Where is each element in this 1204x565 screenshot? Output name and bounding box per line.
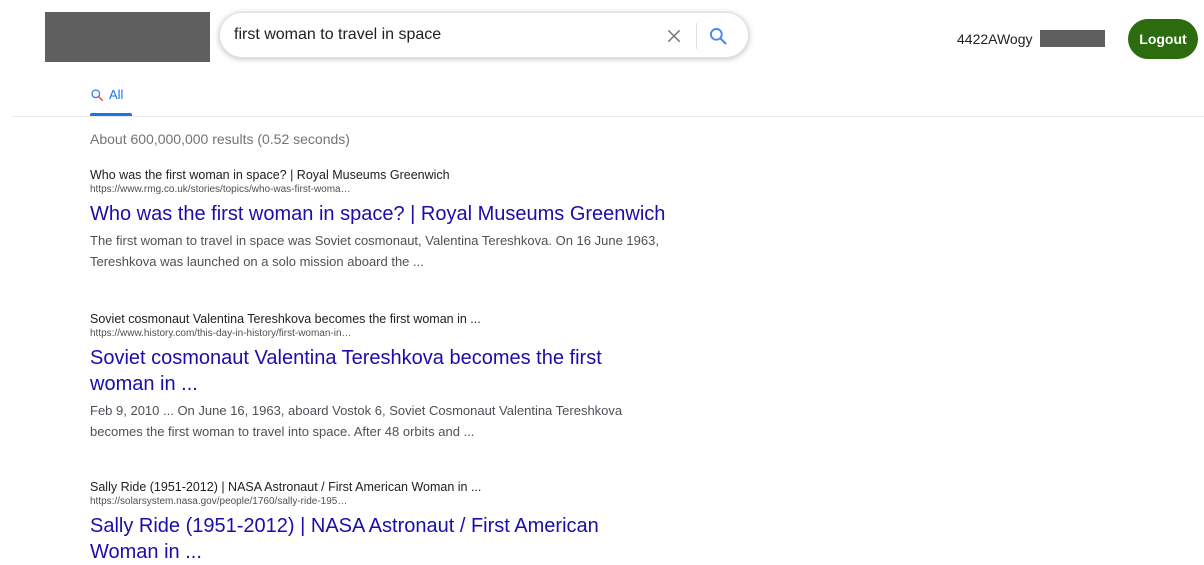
result-site-title: Sally Ride (1951-2012) | NASA Astronaut … — [90, 480, 482, 494]
result-url[interactable]: https://www.rmg.co.uk/stories/topics/who… — [90, 183, 670, 196]
result-url[interactable]: https://solarsystem.nasa.gov/people/1760… — [90, 495, 670, 508]
result-title-link[interactable]: Sally Ride (1951-2012) | NASA Astronaut … — [90, 513, 670, 565]
search-result: Soviet cosmonaut Valentina Tereshkova be… — [90, 311, 670, 442]
user-id-redacted — [1040, 30, 1105, 47]
result-site-title: Soviet cosmonaut Valentina Tereshkova be… — [90, 312, 481, 326]
search-icon — [91, 89, 104, 102]
result-stats: About 600,000,000 results (0.52 seconds) — [90, 131, 350, 147]
result-site-title: Who was the first woman in space? | Roya… — [90, 168, 450, 182]
close-icon — [668, 30, 680, 42]
logo-redacted — [45, 12, 210, 62]
clear-search-button[interactable] — [660, 22, 688, 50]
search-icon — [710, 28, 727, 45]
search-result: Sally Ride (1951-2012) | NASA Astronaut … — [90, 479, 670, 565]
result-snippet: The first woman to travel in space was S… — [90, 233, 659, 269]
tab-all-label: All — [109, 87, 124, 102]
search-input[interactable] — [234, 23, 654, 47]
result-snippet: Feb 9, 2010 ... On June 16, 1963, aboard… — [90, 403, 623, 439]
search-divider — [696, 23, 697, 49]
search-box[interactable] — [219, 12, 749, 58]
result-title-link[interactable]: Who was the first woman in space? | Roya… — [90, 201, 670, 227]
user-id-label: 4422AWogy — [957, 31, 1033, 47]
logout-button[interactable]: Logout — [1128, 19, 1198, 59]
search-submit-button[interactable] — [704, 22, 732, 50]
result-title-link[interactable]: Soviet cosmonaut Valentina Tereshkova be… — [90, 345, 670, 397]
search-result: Who was the first woman in space? | Roya… — [90, 167, 670, 272]
tabs-divider — [12, 116, 1204, 117]
result-url[interactable]: https://www.history.com/this-day-in-hist… — [90, 327, 670, 340]
